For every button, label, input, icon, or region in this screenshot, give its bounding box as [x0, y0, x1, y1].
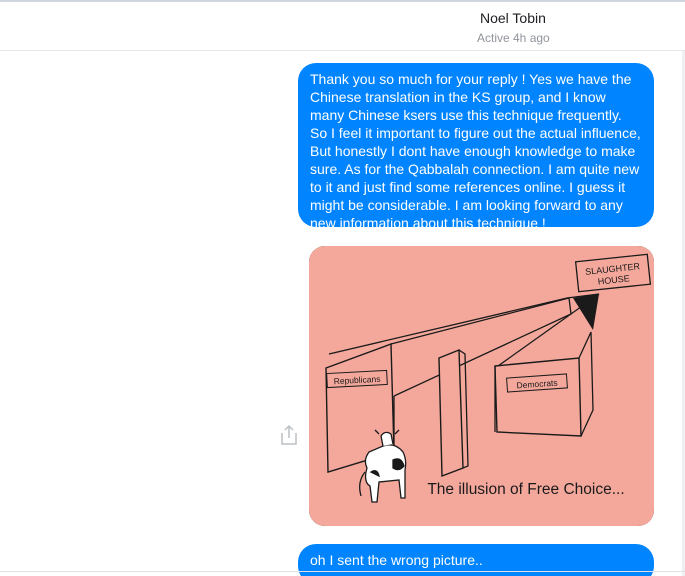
share-icon[interactable] — [279, 424, 299, 446]
composer-divider — [0, 571, 685, 572]
message-text: Thank you so much for your reply ! Yes w… — [310, 71, 641, 231]
sent-image[interactable]: SLAUGHTER HOUSE Republicans Democrats Th… — [309, 246, 654, 526]
message-text: oh I sent the wrong picture.. — [310, 552, 483, 568]
active-status: Active 4h ago — [477, 31, 550, 45]
contact-name[interactable]: Noel Tobin — [480, 10, 546, 26]
sent-message-bubble[interactable]: Thank you so much for your reply ! Yes w… — [298, 63, 654, 231]
cartoon-caption: The illusion of Free Choice... — [427, 481, 624, 498]
cartoon-illustration: SLAUGHTER HOUSE Republicans Democrats Th… — [309, 246, 654, 526]
conversation-header: Noel Tobin Active 4h ago — [0, 2, 685, 51]
message-thread[interactable]: Thank you so much for your reply ! Yes w… — [0, 51, 685, 576]
